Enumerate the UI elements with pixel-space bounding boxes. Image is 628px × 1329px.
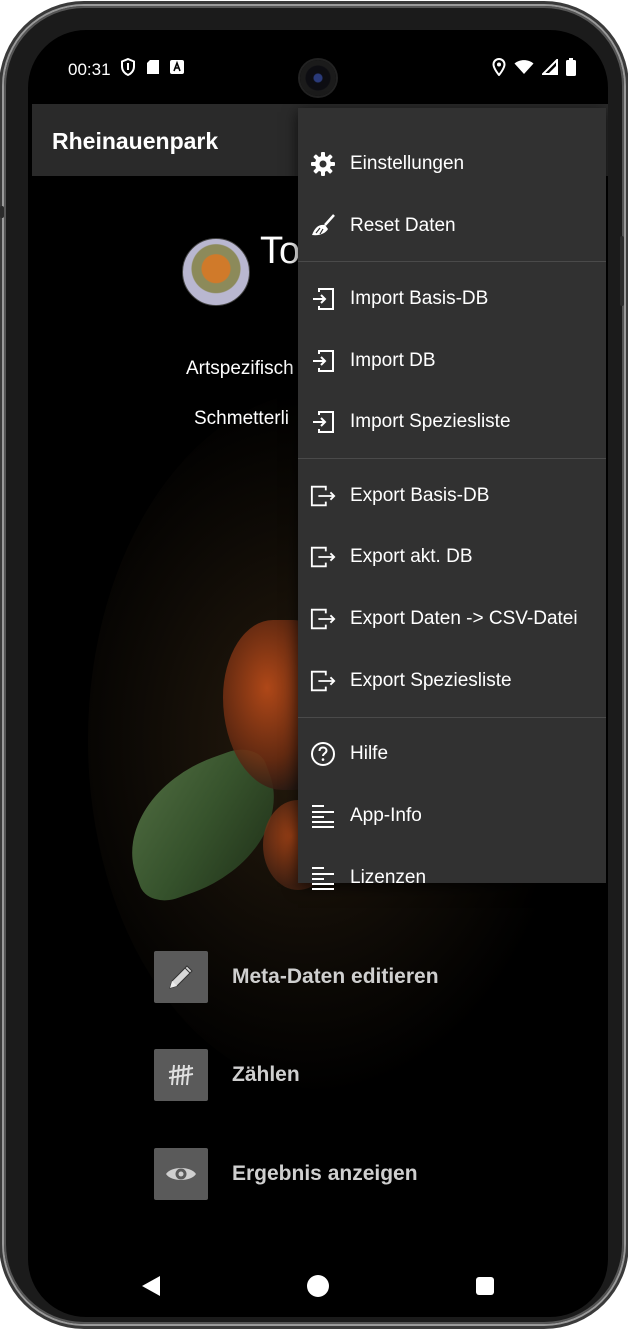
app-title: Rheinauenpark [52, 128, 219, 154]
menu-item-import-species-list[interactable]: Import Speziesliste [298, 393, 606, 451]
home-icon[interactable] [307, 1275, 329, 1297]
menu-item-reset-data[interactable]: Reset Daten [298, 197, 606, 255]
wifi-icon [514, 59, 534, 80]
import-icon [310, 348, 336, 374]
gear-icon [310, 151, 336, 177]
navigation-bar [28, 1258, 608, 1308]
recents-icon[interactable] [476, 1277, 494, 1295]
menu-item-label: App-Info [350, 805, 422, 826]
export-icon [310, 483, 336, 509]
menu-item-label: Import DB [350, 350, 436, 371]
menu-item-import-basis-db[interactable]: Import Basis-DB [298, 270, 606, 328]
phone-frame: 00:31 Rheinauenpark To Artspezifisch Sch… [0, 6, 624, 1324]
status-time: 00:31 [68, 60, 111, 79]
menu-item-label: Export Speziesliste [350, 670, 512, 691]
menu-divider [298, 717, 606, 718]
menu-item-export-csv[interactable]: Export Daten -> CSV-Datei [298, 590, 606, 648]
menu-item-label: Export akt. DB [350, 546, 473, 567]
status-bar: 00:31 [28, 30, 608, 100]
side-button [0, 206, 4, 218]
export-icon [310, 606, 336, 632]
edit-metadata-button[interactable]: Meta-Daten editieren [154, 950, 514, 1004]
screen: 00:31 Rheinauenpark To Artspezifisch Sch… [28, 30, 608, 1317]
menu-item-label: Lizenzen [350, 867, 427, 888]
shield-icon [120, 57, 136, 81]
page-title-partial: To [260, 230, 301, 272]
a-badge-icon [170, 60, 184, 79]
count-button[interactable]: Zählen [154, 1048, 514, 1102]
edit-metadata-label: Meta-Daten editieren [232, 965, 439, 988]
help-icon [310, 741, 336, 767]
menu-item-settings[interactable]: Einstellungen [298, 135, 606, 193]
text-lines-icon [310, 803, 336, 829]
tally-icon [154, 1049, 208, 1101]
menu-item-export-basis-db[interactable]: Export Basis-DB [298, 467, 606, 525]
import-icon [310, 286, 336, 312]
menu-item-label: Export Basis-DB [350, 485, 490, 506]
menu-item-label: Einstellungen [350, 153, 465, 174]
front-camera [300, 60, 336, 96]
text-lines-icon [310, 865, 336, 891]
menu-item-label: Import Basis-DB [350, 288, 489, 309]
menu-item-help[interactable]: Hilfe [298, 725, 606, 783]
show-result-button[interactable]: Ergebnis anzeigen [154, 1147, 514, 1201]
menu-item-label: Import Speziesliste [350, 411, 511, 432]
pencil-icon [154, 951, 208, 1003]
location-icon [492, 57, 506, 81]
show-result-label: Ergebnis anzeigen [232, 1162, 418, 1185]
back-icon[interactable] [142, 1276, 160, 1296]
menu-divider [298, 458, 606, 459]
eye-icon [154, 1148, 208, 1200]
butterfly-avatar [182, 238, 250, 306]
menu-item-label: Export Daten -> CSV-Datei [350, 608, 578, 629]
battery-icon [566, 58, 576, 81]
signal-icon [540, 57, 558, 80]
menu-item-label: Hilfe [350, 743, 389, 764]
subtitle-partial: Artspezifisch [186, 358, 294, 379]
subtitle2-partial: Schmetterli [194, 408, 290, 429]
import-icon [310, 409, 336, 435]
broom-icon [310, 213, 336, 239]
volume-button [620, 236, 624, 306]
menu-item-licenses[interactable]: Lizenzen [298, 849, 606, 907]
count-label: Zählen [232, 1063, 300, 1086]
overflow-menu: Einstellungen Reset Daten Import Basis-D… [298, 108, 606, 890]
menu-item-export-current-db[interactable]: Export akt. DB [298, 528, 606, 586]
export-icon [310, 668, 336, 694]
menu-item-import-db[interactable]: Import DB [298, 332, 606, 390]
menu-item-label: Reset Daten [350, 215, 456, 236]
menu-item-export-species-list[interactable]: Export Speziesliste [298, 652, 606, 710]
menu-item-app-info[interactable]: App-Info [298, 787, 606, 845]
export-icon [310, 544, 336, 570]
sdcard-icon [146, 59, 160, 80]
menu-divider [298, 261, 606, 262]
